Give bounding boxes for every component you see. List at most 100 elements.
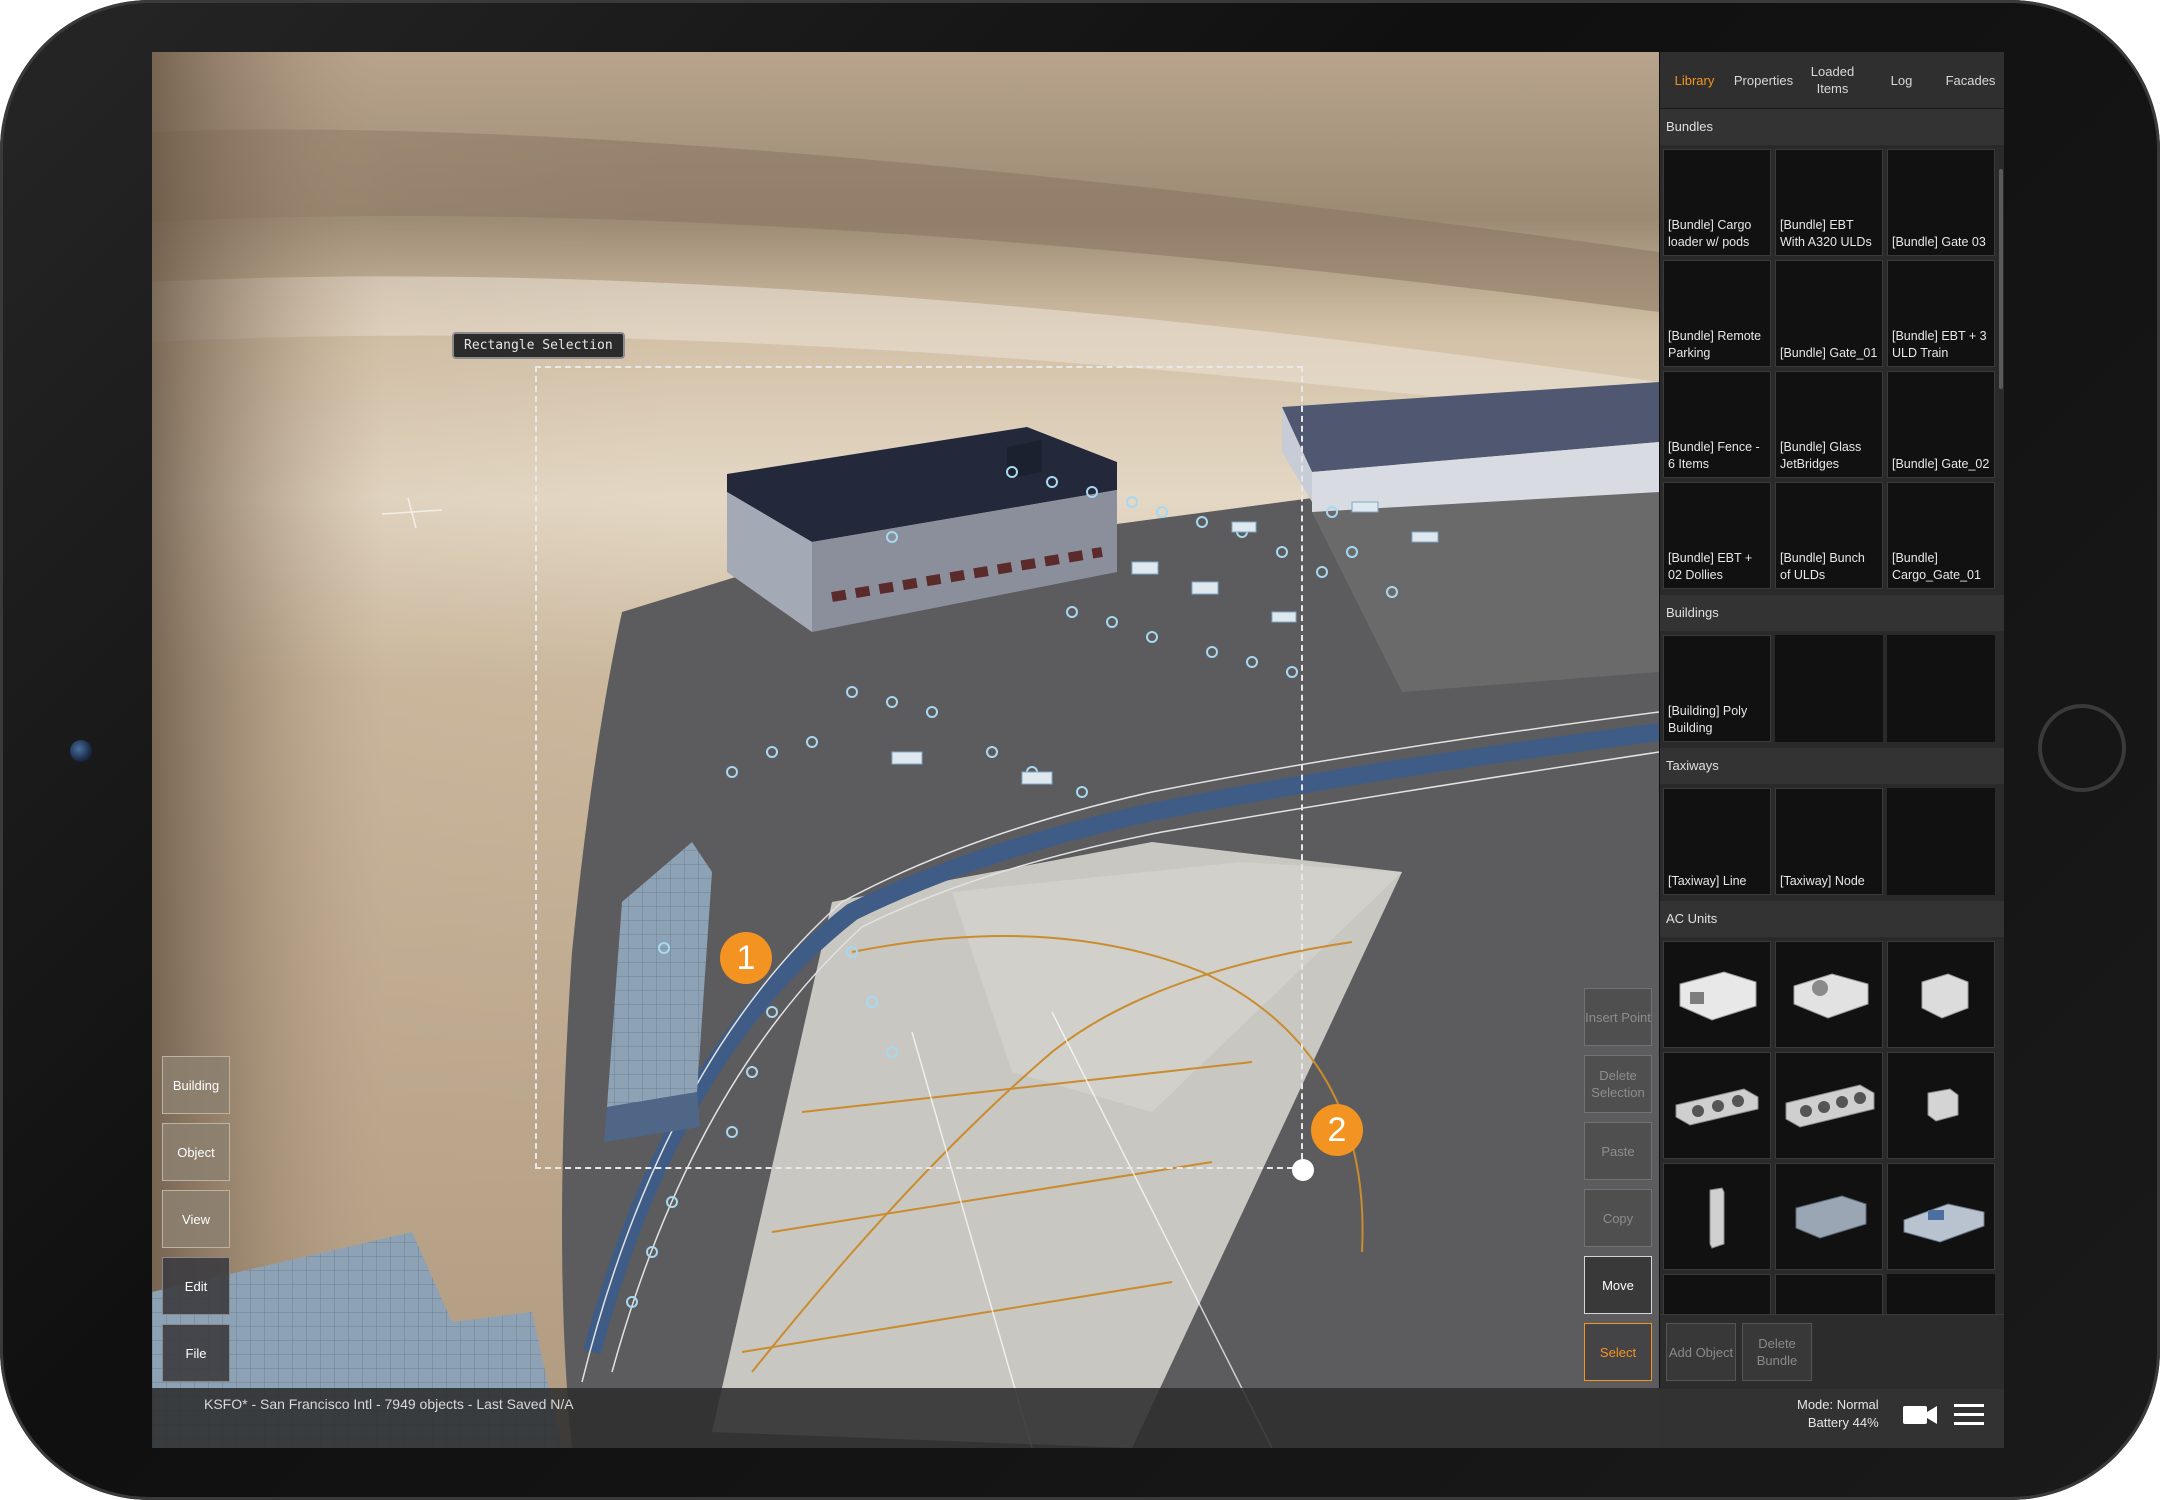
copy-button[interactable]: Copy [1584,1189,1652,1247]
selection-corner-handle[interactable] [1292,1159,1314,1181]
library-item-label: [Bundle] EBT + 3 ULD Train [1892,329,1987,360]
step-marker-1: 1 [720,932,772,984]
library-item[interactable]: [Bundle] Bunch of ULDs [1775,482,1883,589]
mode-label: Mode: Normal [1797,1397,1879,1412]
add-object-button[interactable]: Add Object [1666,1323,1736,1381]
library-item-label: [Taxiway] Node [1780,874,1865,888]
library-item[interactable]: [Bundle] EBT + 3 ULD Train [1887,260,1995,367]
library-item[interactable]: [Bundle] Cargo loader w/ pods [1663,149,1771,256]
mode-indicator: Mode: Normal Battery 44% [1797,1396,1879,1432]
object-mode-button[interactable]: Object [162,1123,230,1181]
ac-unit-item[interactable] [1663,1163,1771,1270]
library-item[interactable]: [Bundle] Glass JetBridges [1775,371,1883,478]
tab-log[interactable]: Log [1867,52,1936,108]
library-item-label: [Bundle] Cargo_Gate_01 [1892,551,1981,582]
library-footer: Add Object Delete Bundle [1660,1314,2004,1389]
tab-facades[interactable]: Facades [1936,52,2004,108]
library-item[interactable]: [Bundle] EBT + 02 Dollies [1663,482,1771,589]
ac-units-grid [1660,937,2004,1372]
ac-unit-icon [1921,973,1969,1019]
ac-unit-icon [1709,1187,1725,1249]
ac-unit-item[interactable] [1663,941,1771,1048]
library-item[interactable]: [Bundle] Remote Parking [1663,260,1771,367]
ac-unit-item[interactable] [1775,1163,1883,1270]
ac-unit-item[interactable] [1887,1052,1995,1159]
library-item-label: [Bundle] Fence - 6 Items [1668,440,1760,471]
library-item[interactable]: [Taxiway] Line [1663,788,1771,895]
library-panel: Library Properties Loaded Items Log Faca… [1659,52,2004,1389]
ac-unit-item[interactable] [1887,941,1995,1048]
library-item[interactable]: [Bundle] Cargo_Gate_01 [1887,482,1995,589]
home-button[interactable] [2038,704,2126,792]
bundles-grid: [Bundle] Cargo loader w/ pods [Bundle] E… [1660,145,2004,595]
crosshair-icon [382,497,442,529]
library-item-label: [Bundle] Glass JetBridges [1780,440,1862,471]
library-item-label: [Bundle] Gate 03 [1892,235,1986,249]
library-item[interactable]: [Bundle] EBT With A320 ULDs [1775,149,1883,256]
library-item[interactable]: [Taxiway] Node [1775,788,1883,895]
ac-unit-icon [1927,1088,1959,1122]
empty-slot [1775,635,1883,742]
library-scrollbar[interactable] [1999,169,2003,389]
file-mode-button[interactable]: File [162,1324,230,1382]
ac-unit-icon [1793,973,1869,1019]
screen: Rectangle Selection 1 2 Building Object … [152,52,2004,1448]
library-item[interactable]: [Building] Poly Building [1663,635,1771,742]
section-header-taxiways: Taxiways [1660,748,2004,784]
section-header-ac-units: AC Units [1660,901,2004,937]
ac-unit-icon [1675,1088,1759,1126]
battery-label: Battery 44% [1807,1415,1879,1430]
tab-loaded-items[interactable]: Loaded Items [1798,52,1867,108]
insert-point-button[interactable]: Insert Point [1584,988,1652,1046]
move-button[interactable]: Move [1584,1256,1652,1314]
library-item-label: [Bundle] EBT + 02 Dollies [1668,551,1753,582]
ac-unit-icon [1795,1195,1867,1239]
building-mode-button[interactable]: Building [162,1056,230,1114]
3d-viewport[interactable]: Rectangle Selection 1 2 Building Object … [152,52,1659,1448]
airport-status-text: KSFO* - San Francisco Intl - 7949 object… [204,1396,574,1412]
library-item-label: [Bundle] Gate_01 [1780,346,1878,360]
paste-button[interactable]: Paste [1584,1122,1652,1180]
library-item-label: [Bundle] Gate_02 [1892,457,1990,471]
ac-unit-item[interactable] [1663,1052,1771,1159]
tablet-frame: Rectangle Selection 1 2 Building Object … [0,0,2160,1500]
library-item[interactable]: [Bundle] Gate_01 [1775,260,1883,367]
library-item[interactable]: [Bundle] Gate_02 [1887,371,1995,478]
library-item-label: [Bundle] EBT With A320 ULDs [1780,218,1872,249]
ac-unit-item[interactable] [1775,941,1883,1048]
rectangle-selection-label: Rectangle Selection [452,332,625,359]
section-header-buildings: Buildings [1660,595,2004,631]
taxiways-grid: [Taxiway] Line [Taxiway] Node [1660,784,2004,901]
library-item[interactable]: [Bundle] Gate 03 [1887,149,1995,256]
library-item-label: [Bundle] Remote Parking [1668,329,1762,360]
ac-unit-icon [1679,971,1757,1021]
tab-library[interactable]: Library [1660,52,1729,108]
step-marker-2: 2 [1311,1104,1363,1156]
view-mode-button[interactable]: View [162,1190,230,1248]
delete-bundle-button[interactable]: Delete Bundle [1742,1323,1812,1381]
delete-selection-button[interactable]: Delete Selection [1584,1055,1652,1113]
empty-slot [1887,635,1995,742]
library-list[interactable]: Bundles [Bundle] Cargo loader w/ pods [B… [1660,109,2004,1372]
mode-toolbar: Building Object View Edit File [162,1056,232,1391]
front-camera [70,740,92,762]
ac-unit-icon [1785,1084,1875,1128]
ac-unit-item[interactable] [1887,1163,1995,1270]
menu-icon[interactable] [1952,1400,1986,1430]
ac-unit-item[interactable] [1775,1052,1883,1159]
section-header-bundles: Bundles [1660,109,2004,145]
buildings-grid: [Building] Poly Building [1660,631,2004,748]
select-button[interactable]: Select [1584,1323,1652,1381]
edit-mode-button[interactable]: Edit [162,1257,230,1315]
library-item[interactable]: [Bundle] Fence - 6 Items [1663,371,1771,478]
library-item-label: [Bundle] Cargo loader w/ pods [1668,218,1752,249]
library-item-label: [Building] Poly Building [1668,704,1748,735]
video-camera-icon[interactable] [1902,1402,1938,1428]
ac-unit-icon [1903,1203,1985,1243]
status-bar: KSFO* - San Francisco Intl - 7949 object… [152,1388,2004,1448]
library-item-label: [Taxiway] Line [1668,874,1747,888]
selection-rectangle[interactable] [535,366,1303,1169]
tab-properties[interactable]: Properties [1729,52,1798,108]
empty-slot [1887,788,1995,895]
edit-toolbar: Insert Point Delete Selection Paste Copy… [1584,988,1654,1390]
